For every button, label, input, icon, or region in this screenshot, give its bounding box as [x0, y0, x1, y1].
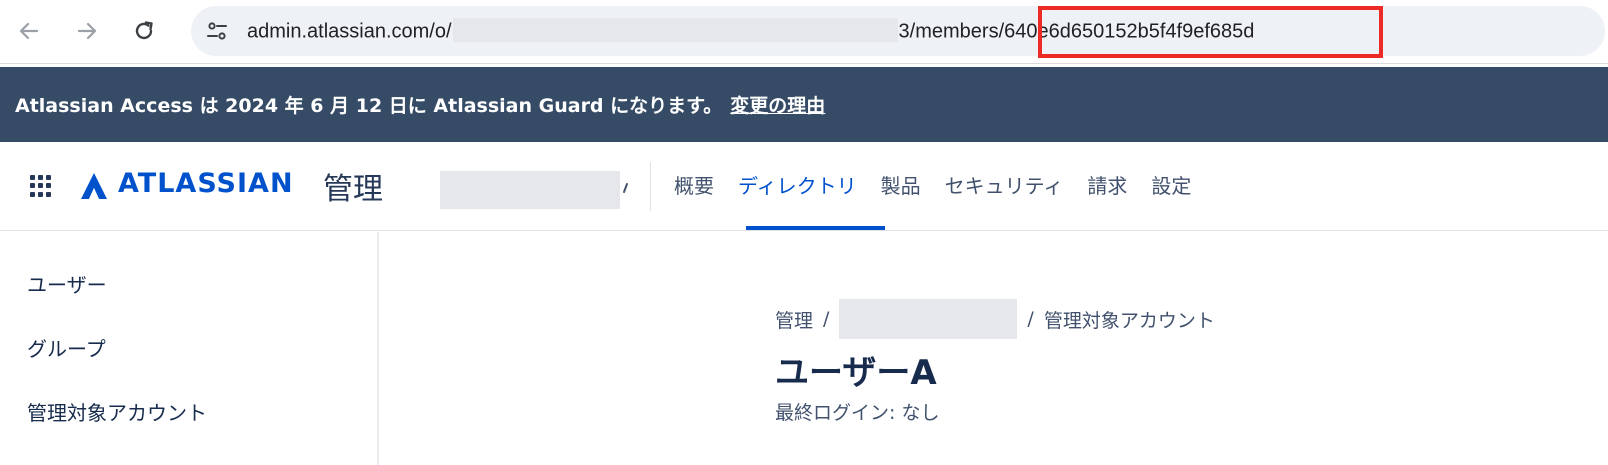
- last-login-text: 最終ログイン: なし: [775, 402, 940, 424]
- reload-button[interactable]: [127, 14, 161, 48]
- tab-directory[interactable]: ディレクトリ: [726, 142, 869, 230]
- breadcrumb: 管理 / / 管理対象アカウント: [775, 299, 1215, 339]
- sidebar-item-managed-accounts[interactable]: 管理対象アカウント: [27, 397, 207, 426]
- address-bar[interactable]: admin.atlassian.com/o/3/members/640e6d65…: [191, 6, 1605, 56]
- tab-security[interactable]: セキュリティ: [933, 142, 1076, 230]
- atlassian-logo-icon: [81, 173, 107, 199]
- browser-toolbar: admin.atlassian.com/o/3/members/640e6d65…: [0, 0, 1608, 64]
- logo-suffix: 管理: [323, 172, 383, 207]
- sidebar-item-groups[interactable]: グループ: [27, 333, 106, 362]
- tab-billing[interactable]: 請求: [1075, 142, 1139, 230]
- url-redacted-segment: [452, 17, 898, 42]
- forward-button[interactable]: [70, 14, 104, 48]
- active-tab-indicator: [746, 226, 885, 230]
- tab-products[interactable]: 製品: [869, 142, 933, 230]
- forward-arrow-icon: [77, 22, 97, 40]
- breadcrumb-managed-accounts[interactable]: 管理対象アカウント: [1044, 306, 1215, 333]
- breadcrumb-org-redacted[interactable]: [839, 299, 1018, 339]
- tab-settings[interactable]: 設定: [1139, 142, 1203, 230]
- banner-message: Atlassian Access は 2024 年 6 月 12 日に Atla…: [15, 95, 723, 117]
- sidebar: ユーザー グループ 管理対象アカウント: [0, 232, 379, 465]
- page-title: ユーザーA: [775, 353, 937, 393]
- logo-text: ATLASSIAN: [118, 168, 294, 199]
- member-id-highlight-box: [1038, 6, 1383, 58]
- app-switcher-icon[interactable]: [30, 175, 52, 197]
- tab-overview[interactable]: 概要: [662, 142, 726, 230]
- site-info-icon[interactable]: [205, 19, 229, 43]
- breadcrumb-admin[interactable]: 管理: [775, 306, 813, 333]
- back-arrow-icon: [19, 22, 39, 40]
- org-switcher[interactable]: [440, 171, 620, 209]
- back-button[interactable]: [12, 14, 46, 48]
- reload-icon: [135, 21, 153, 40]
- announcement-banner: Atlassian Access は 2024 年 6 月 12 日に Atla…: [0, 67, 1608, 142]
- breadcrumb-separator: /: [1027, 308, 1034, 330]
- app-header: ATLASSIAN 管理 概要 ディレクトリ 製品 セキュリティ 請求 設定: [0, 142, 1608, 231]
- chevron-down-icon[interactable]: [618, 182, 630, 194]
- url-path: 3/members/: [898, 20, 1005, 43]
- breadcrumb-separator: /: [823, 308, 830, 330]
- url-prefix: admin.atlassian.com/o/: [247, 20, 452, 43]
- header-divider: [650, 162, 651, 211]
- sidebar-item-users[interactable]: ユーザー: [27, 269, 107, 298]
- primary-nav: 概要 ディレクトリ 製品 セキュリティ 請求 設定: [662, 142, 1203, 230]
- banner-reason-link[interactable]: 変更の理由: [730, 91, 825, 118]
